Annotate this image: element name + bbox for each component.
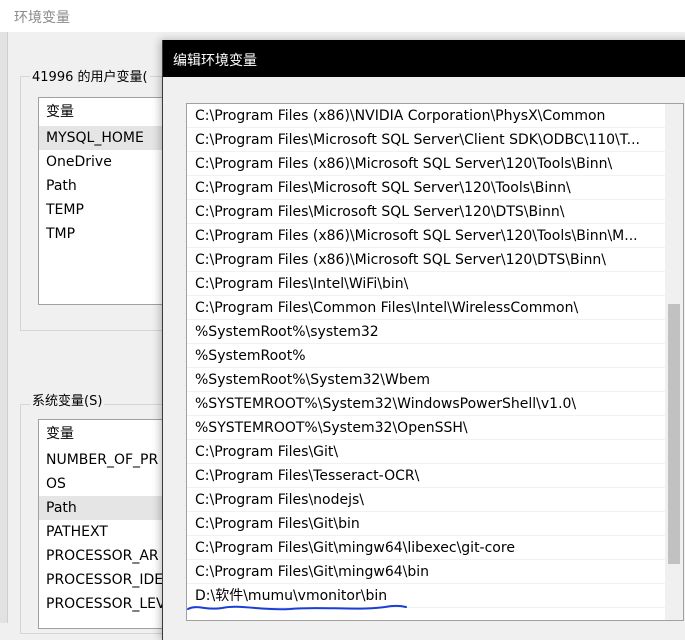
path-entry[interactable]: C:\Program Files\Microsoft SQL Server\Cl… xyxy=(187,128,683,152)
path-entry[interactable]: C:\Program Files\Git\mingw64\bin xyxy=(187,560,683,584)
path-entry[interactable]: C:\Program Files (x86)\Microsoft SQL Ser… xyxy=(187,224,683,248)
path-entry[interactable]: C:\Program Files\Git\bin xyxy=(187,512,683,536)
env-window-titlebar[interactable]: 环境变量 xyxy=(0,0,685,32)
path-entry[interactable]: C:\Program Files (x86)\Microsoft SQL Ser… xyxy=(187,248,683,272)
window-edge xyxy=(0,32,8,623)
path-entry[interactable]: C:\Program Files (x86)\Microsoft SQL Ser… xyxy=(187,152,683,176)
scrollbar-thumb[interactable] xyxy=(668,304,680,564)
path-entry[interactable]: C:\Program Files\Tesseract-OCR\ xyxy=(187,464,683,488)
path-entry[interactable]: C:\Program Files\Microsoft SQL Server\12… xyxy=(187,176,683,200)
path-entry[interactable]: C:\Program Files\Intel\WiFi\bin\ xyxy=(187,272,683,296)
path-entry[interactable]: %SystemRoot%\system32 xyxy=(187,320,683,344)
path-entry-highlighted[interactable]: D:\软件\mumu\vmonitor\bin xyxy=(187,584,683,608)
user-variables-label: 41996 的用户变量( xyxy=(30,66,150,85)
path-entry[interactable]: C:\Program Files (x86)\NVIDIA Corporatio… xyxy=(187,104,683,128)
path-entry[interactable]: %SYSTEMROOT%\System32\OpenSSH\ xyxy=(187,416,683,440)
env-window-title: 环境变量 xyxy=(14,10,70,26)
path-entries-list[interactable]: C:\Program Files (x86)\NVIDIA Corporatio… xyxy=(186,103,684,621)
system-variables-label: 系统变量(S) xyxy=(30,390,105,409)
path-entry[interactable]: C:\Program Files\Common Files\Intel\Wire… xyxy=(187,296,683,320)
dialog-titlebar[interactable]: 编辑环境变量 xyxy=(163,40,685,77)
path-entry[interactable]: C:\Program Files\nodejs\ xyxy=(187,488,683,512)
path-entry[interactable]: C:\Program Files\Git\mingw64\libexec\git… xyxy=(187,536,683,560)
path-entry[interactable]: C:\Program Files\Microsoft SQL Server\12… xyxy=(187,200,683,224)
path-entry[interactable]: C:\Program Files\Git\ xyxy=(187,440,683,464)
path-entry[interactable]: %SystemRoot%\System32\Wbem xyxy=(187,368,683,392)
edit-environment-variable-dialog: 编辑环境变量 C:\Program Files (x86)\NVIDIA Cor… xyxy=(162,40,685,640)
path-list-scrollbar[interactable] xyxy=(665,104,683,620)
path-entry[interactable]: %SYSTEMROOT%\System32\WindowsPowerShell\… xyxy=(187,392,683,416)
dialog-title: 编辑环境变量 xyxy=(173,53,257,69)
path-entry[interactable]: %SystemRoot% xyxy=(187,344,683,368)
